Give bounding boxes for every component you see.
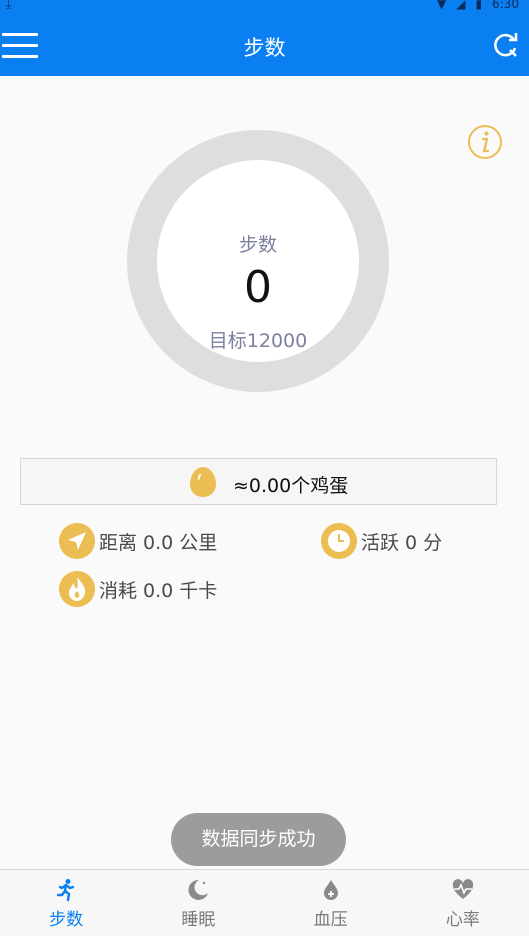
wifi-icon: ▼ xyxy=(436,0,447,11)
step-progress-ring: 步数 0 目标12000 xyxy=(127,130,389,392)
tab-label: 血压 xyxy=(313,910,348,930)
egg-icon xyxy=(190,467,216,497)
running-icon xyxy=(56,879,75,902)
stat-calories: 消耗 0.0 千卡 xyxy=(59,571,217,607)
status-icons: ▼ ◢ ▮ 6:30 xyxy=(437,0,519,11)
download-icon: ⤓ xyxy=(6,0,12,11)
stat-active: 活跃 0 分 xyxy=(321,523,442,559)
heart-rate-icon xyxy=(452,879,474,899)
ring-center: 步数 0 目标12000 xyxy=(157,160,359,362)
tab-sleep[interactable]: 睡眠 xyxy=(132,870,264,936)
blood-drop-icon xyxy=(323,880,338,900)
active-text: 活跃 0 分 xyxy=(361,531,443,554)
bottom-tab-bar: 步数 睡眠 血压 心率 xyxy=(0,869,529,936)
step-count: 0 xyxy=(244,262,272,313)
clock-icon xyxy=(321,523,357,559)
calories-text: 消耗 0.0 千卡 xyxy=(99,579,218,602)
navigation-arrow-icon xyxy=(59,523,95,559)
page-title: 步数 xyxy=(243,36,286,60)
egg-equivalent-panel: ≈0.00个鸡蛋 xyxy=(20,458,497,505)
step-goal: 目标12000 xyxy=(208,330,308,352)
sync-success-toast: 数据同步成功 xyxy=(171,813,346,866)
app-bar: 步数 xyxy=(0,14,529,76)
info-icon[interactable] xyxy=(467,124,503,160)
status-bar: ⤓ ▼ ◢ ▮ 6:30 xyxy=(0,0,529,14)
signal-icon: ◢ xyxy=(456,0,466,11)
battery-icon: ▮ xyxy=(475,0,483,11)
tab-label: 心率 xyxy=(445,910,480,930)
tab-label: 睡眠 xyxy=(181,910,216,930)
stat-distance: 距离 0.0 公里 xyxy=(59,523,217,559)
tab-label: 步数 xyxy=(49,910,84,930)
status-time: 6:30 xyxy=(492,0,519,11)
tab-heart-rate[interactable]: 心率 xyxy=(397,870,529,936)
ring-label: 步数 xyxy=(238,234,277,256)
tab-steps[interactable]: 步数 xyxy=(0,870,132,936)
tab-blood-pressure[interactable]: 血压 xyxy=(265,870,397,936)
distance-text: 距离 0.0 公里 xyxy=(99,531,218,554)
moon-icon xyxy=(188,879,209,900)
sync-icon[interactable] xyxy=(493,32,519,58)
egg-text: ≈0.00个鸡蛋 xyxy=(233,475,349,497)
flame-icon xyxy=(59,571,95,607)
